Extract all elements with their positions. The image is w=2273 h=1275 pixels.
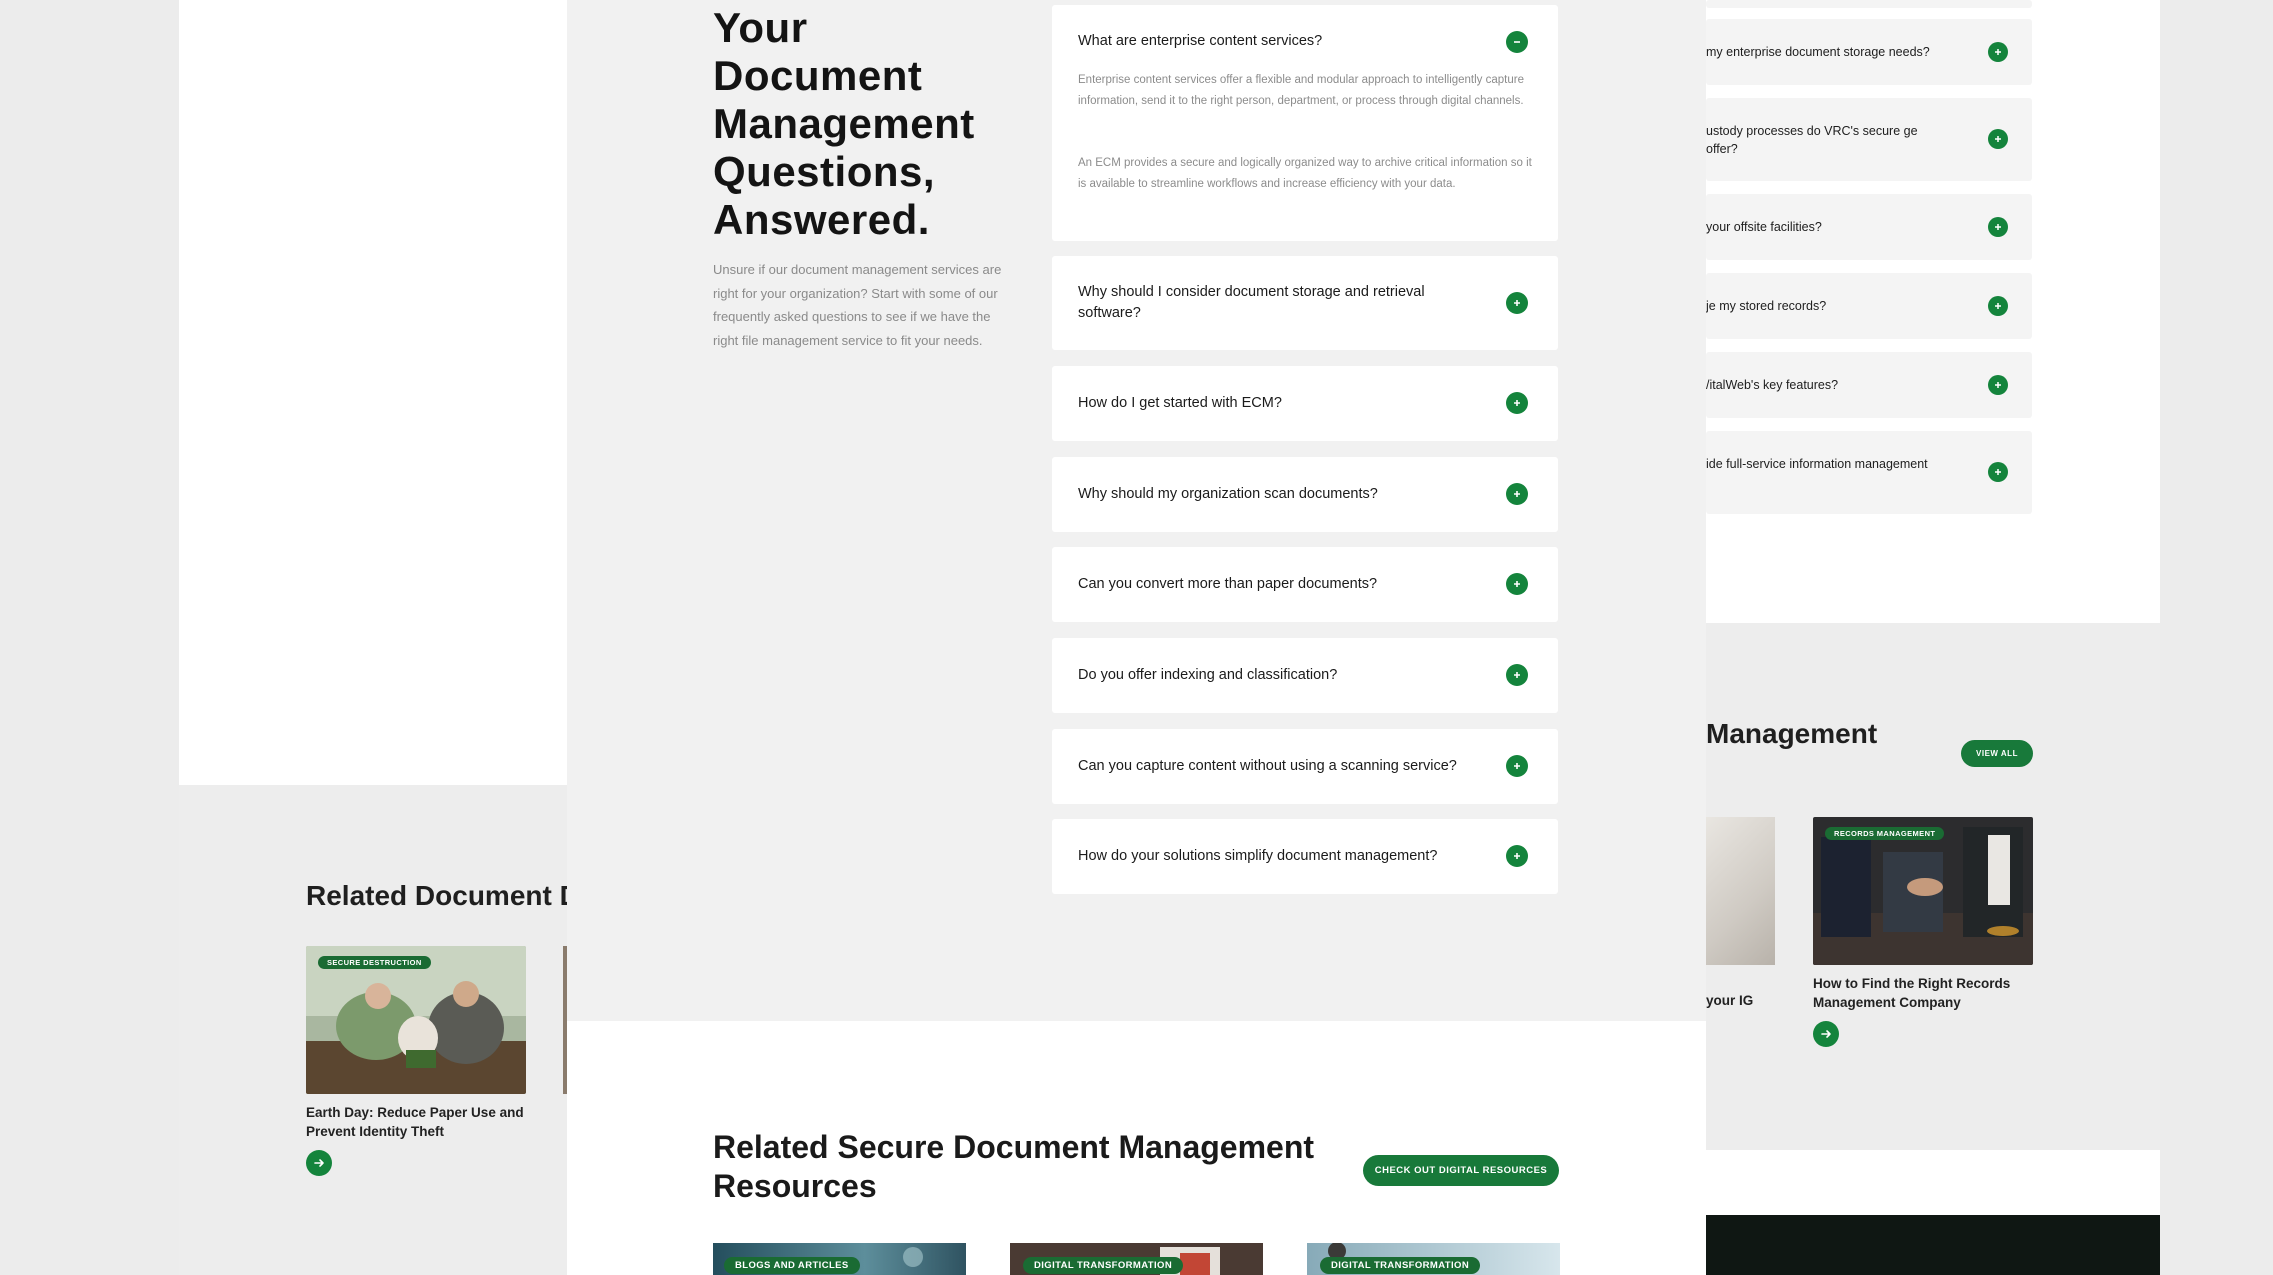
plus-icon[interactable] — [1988, 296, 2008, 316]
plus-icon[interactable] — [1988, 217, 2008, 237]
faq-answer-paragraph: Enterprise content services offer a flex… — [1078, 74, 1524, 107]
right-page-white-strip — [1706, 1150, 2160, 1215]
right-card-arrow-button[interactable] — [1813, 1021, 1839, 1047]
minus-icon[interactable] — [1506, 31, 1528, 53]
plus-icon[interactable] — [1506, 573, 1528, 595]
faq-item[interactable]: Can you capture content without using a … — [1052, 729, 1558, 804]
right-card-partial-caption: your IG — [1706, 993, 1754, 1008]
arrow-right-icon — [1821, 1030, 1831, 1038]
plus-icon[interactable] — [1506, 664, 1528, 686]
faq-question[interactable]: How do I get started with ECM? — [1078, 393, 1282, 414]
faq-item[interactable]: Why should I consider document storage a… — [1052, 256, 1558, 350]
right-faq-item-partial — [1706, 0, 2032, 8]
right-faq-item[interactable]: je my stored records? — [1706, 273, 2032, 339]
right-card-badge: RECORDS MANAGEMENT — [1825, 827, 1945, 840]
right-page-dark-footer — [1706, 1215, 2160, 1275]
faq-item-expanded[interactable]: What are enterprise content services? En… — [1052, 5, 1558, 241]
left-card-arrow-button[interactable] — [306, 1150, 332, 1176]
resource-card[interactable]: DIGITAL TRANSFORMATION — [1307, 1243, 1560, 1275]
left-related-title: Related Document D — [306, 880, 580, 911]
right-card-image[interactable]: RECORDS MANAGEMENT — [1813, 817, 2033, 965]
faq-question[interactable]: Do you offer indexing and classification… — [1078, 665, 1337, 686]
right-section-title: Management — [1706, 718, 1878, 749]
view-all-button[interactable]: VIEW ALL — [1961, 740, 2033, 767]
plus-icon[interactable] — [1988, 42, 2008, 62]
digital-resources-button[interactable]: CHECK OUT DIGITAL RESOURCES — [1363, 1155, 1559, 1186]
faq-question[interactable]: Why should my organization scan document… — [1078, 484, 1378, 505]
plus-icon[interactable] — [1506, 292, 1528, 314]
faq-question[interactable]: How do your solutions simplify document … — [1078, 846, 1437, 867]
intro-text: Unsure if our document management servic… — [713, 262, 1002, 348]
right-faq-item[interactable]: your offsite facilities? — [1706, 194, 2032, 260]
left-page-white-section — [179, 0, 567, 785]
right-faq-item[interactable]: ustody processes do VRC's secure ge offe… — [1706, 98, 2032, 181]
right-card-image-partial — [1706, 817, 1775, 965]
faq-item[interactable]: Why should my organization scan document… — [1052, 457, 1558, 532]
right-faq-item[interactable]: ide full-service information management — [1706, 431, 2032, 514]
faq-item[interactable]: How do I get started with ECM? — [1052, 366, 1558, 441]
resource-card-badge: DIGITAL TRANSFORMATION — [1023, 1257, 1184, 1274]
plus-icon[interactable] — [1988, 462, 2008, 482]
resource-card[interactable]: BLOGS AND ARTICLES — [713, 1243, 966, 1275]
left-card-badge: SECURE DESTRUCTION — [318, 956, 431, 969]
right-faq-item[interactable]: /italWeb's key features? — [1706, 352, 2032, 418]
left-card-image[interactable]: SECURE DESTRUCTION — [306, 946, 526, 1094]
plus-icon[interactable] — [1506, 755, 1528, 777]
page-title: Your Document Management Questions, Answ… — [713, 4, 975, 243]
resource-card-badge: BLOGS AND ARTICLES — [724, 1257, 860, 1274]
faq-question[interactable]: Can you capture content without using a … — [1078, 756, 1457, 777]
plus-icon[interactable] — [1506, 845, 1528, 867]
faq-question[interactable]: Why should I consider document storage a… — [1078, 282, 1458, 324]
right-card-title[interactable]: How to Find the Right Records Management… — [1813, 974, 2043, 1012]
plus-icon[interactable] — [1506, 392, 1528, 414]
faq-item[interactable]: Can you convert more than paper document… — [1052, 547, 1558, 622]
faq-item[interactable]: How do your solutions simplify document … — [1052, 819, 1558, 894]
plus-icon[interactable] — [1506, 483, 1528, 505]
related-resources-title: Related Secure Document Management Resou… — [713, 1129, 1315, 1204]
arrow-right-icon — [314, 1159, 324, 1167]
plus-icon[interactable] — [1988, 375, 2008, 395]
faq-question[interactable]: Can you convert more than paper document… — [1078, 574, 1377, 595]
faq-answer-paragraph: An ECM provides a secure and logically o… — [1078, 157, 1532, 190]
resource-card[interactable]: DIGITAL TRANSFORMATION — [1010, 1243, 1263, 1275]
plus-icon[interactable] — [1988, 129, 2008, 149]
right-faq-item[interactable]: my enterprise document storage needs? — [1706, 19, 2032, 85]
faq-item[interactable]: Do you offer indexing and classification… — [1052, 638, 1558, 713]
resource-card-badge: DIGITAL TRANSFORMATION — [1320, 1257, 1481, 1274]
left-card-title[interactable]: Earth Day: Reduce Paper Use and Prevent … — [306, 1103, 536, 1141]
faq-question[interactable]: What are enterprise content services? — [1078, 31, 1322, 52]
